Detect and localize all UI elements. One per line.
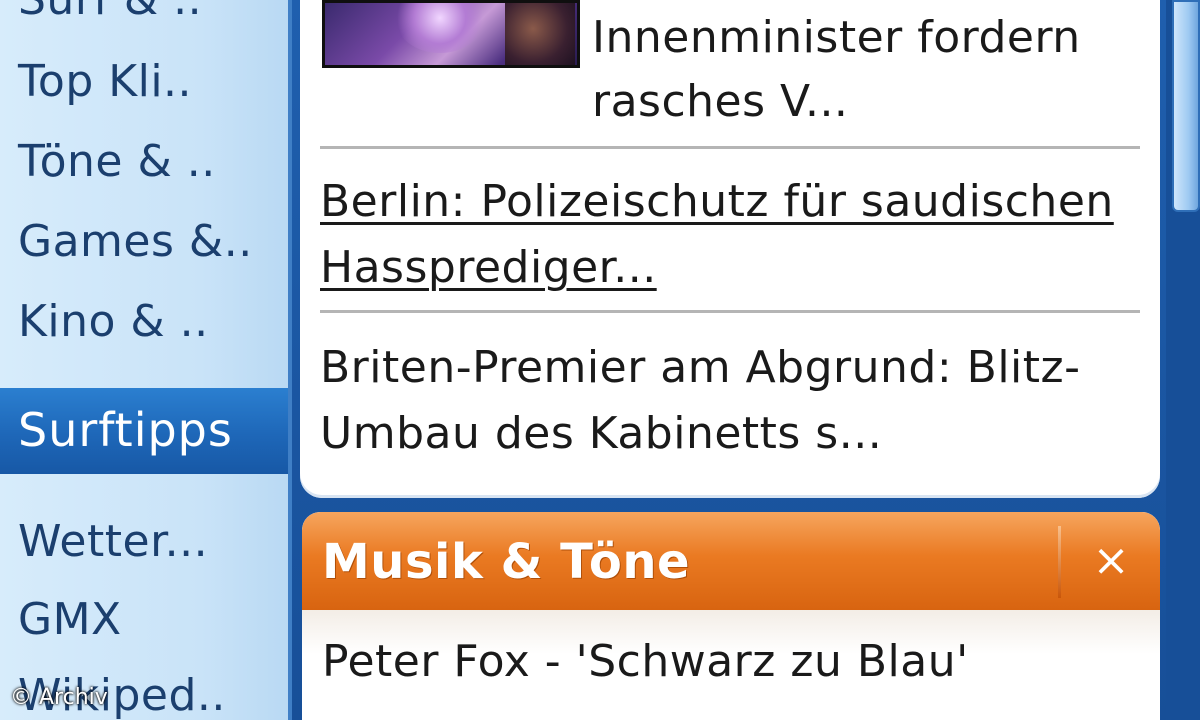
thumbnail-figure (505, 3, 575, 65)
thumbnail-light (395, 3, 485, 53)
sidebar-item-kino[interactable]: Kino & .. (18, 296, 209, 348)
news-item-link[interactable]: Berlin: Polizeischutz für saudischen (320, 170, 1114, 234)
music-panel-body: Peter Fox - 'Schwarz zu Blau' (302, 610, 1160, 720)
music-item[interactable]: Peter Fox - 'Schwarz zu Blau' (322, 634, 969, 690)
music-panel: Musik & Töne × Peter Fox - 'Schwarz zu B… (302, 512, 1160, 720)
lead-headline-line1[interactable]: Innenminister fordern (592, 6, 1081, 70)
sidebar-item-surf[interactable]: Surf & .. (18, 0, 202, 26)
image-credit: © Archiv (10, 685, 108, 710)
sidebar-item-gmx[interactable]: GMX (18, 594, 122, 646)
header-separator (1058, 526, 1061, 598)
news-panel: Innenminister fordern rasches V... Berli… (300, 0, 1160, 498)
sidebar: Surf & .. Top Kli.. Töne & .. Games &.. … (0, 0, 292, 720)
close-icon[interactable]: × (1072, 522, 1150, 600)
music-panel-title[interactable]: Musik & Töne (322, 534, 690, 590)
scrollbar-thumb[interactable] (1172, 0, 1200, 212)
sidebar-item-top-klingeltoene[interactable]: Top Kli.. (18, 56, 192, 108)
news-thumbnail[interactable] (322, 0, 580, 68)
sidebar-item-wetter[interactable]: Wetter... (18, 516, 208, 568)
news-item-link[interactable]: Hassprediger... (320, 236, 657, 300)
sidebar-section-surftipps[interactable]: Surftipps (0, 388, 288, 474)
sidebar-section-label: Surftipps (18, 403, 233, 457)
sidebar-item-toene[interactable]: Töne & .. (18, 136, 216, 188)
sidebar-item-games[interactable]: Games &.. (18, 216, 253, 268)
music-panel-header: Musik & Töne × (302, 512, 1160, 610)
lead-headline-line2[interactable]: rasches V... (592, 70, 848, 134)
news-item[interactable]: Umbau des Kabinetts s... (320, 402, 882, 466)
news-item[interactable]: Briten-Premier am Abgrund: Blitz- (320, 336, 1081, 400)
news-divider (320, 146, 1140, 149)
news-divider (320, 310, 1140, 313)
